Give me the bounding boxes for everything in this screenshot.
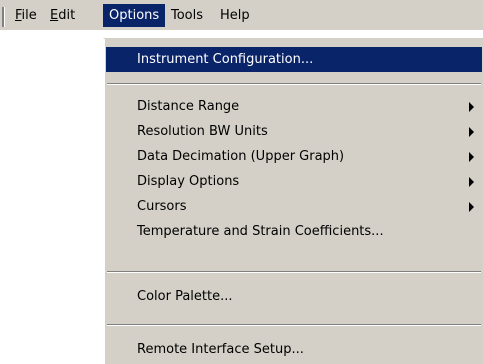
triangle-right-icon: [469, 202, 474, 212]
menu-item-label: Resolution BW Units: [137, 124, 268, 139]
menu-tools[interactable]: Tools: [165, 4, 209, 27]
menu-item-label: Display Options: [137, 174, 240, 189]
menu-bar: File Edit Options Tools Help: [0, 0, 483, 30]
menu-item-remote-interface-setup[interactable]: Remote Interface Setup...: [106, 337, 482, 362]
triangle-right-icon: [469, 152, 474, 162]
triangle-right-icon: [469, 102, 474, 112]
menu-item-label: Instrument Configuration...: [137, 52, 314, 67]
menu-item-instrument-configuration[interactable]: Instrument Configuration...: [106, 47, 482, 72]
menu-separator: [107, 83, 481, 85]
menu-item-label: Data Decimation (Upper Graph): [137, 149, 345, 164]
menu-help[interactable]: Help: [214, 4, 256, 27]
menu-item-display-options[interactable]: Display Options: [106, 169, 482, 194]
menu-separator: [107, 271, 481, 273]
menu-item-label: Temperature and Strain Coefficients...: [137, 224, 384, 239]
menu-edit-label: dit: [58, 8, 76, 23]
menu-bar-grip: [2, 7, 5, 27]
triangle-right-icon: [469, 177, 474, 187]
menu-item-color-palette[interactable]: Color Palette...: [106, 284, 482, 309]
menu-item-data-decimation[interactable]: Data Decimation (Upper Graph): [106, 144, 482, 169]
menu-item-distance-range[interactable]: Distance Range: [106, 94, 482, 119]
menu-item-label: Color Palette...: [137, 289, 233, 304]
menu-options-label: Options: [109, 8, 160, 23]
menu-item-cursors[interactable]: Cursors: [106, 194, 482, 219]
menu-options[interactable]: Options: [103, 4, 166, 27]
menu-separator: [107, 324, 481, 326]
menu-help-label: Help: [220, 8, 250, 23]
triangle-right-icon: [469, 127, 474, 137]
menu-edit-mnemonic: E: [50, 8, 59, 23]
menu-edit[interactable]: Edit: [44, 4, 81, 27]
menu-item-label: Remote Interface Setup...: [137, 342, 304, 357]
menu-file[interactable]: File: [9, 4, 43, 27]
menu-item-resolution-bw-units[interactable]: Resolution BW Units: [106, 119, 482, 144]
options-dropdown-menu: Instrument Configuration... Distance Ran…: [103, 38, 483, 364]
menu-item-temperature-strain-coefficients[interactable]: Temperature and Strain Coefficients...: [106, 219, 482, 244]
menu-file-label: ile: [21, 8, 37, 23]
menu-item-label: Distance Range: [137, 99, 240, 114]
menu-item-label: Cursors: [137, 199, 187, 214]
menu-tools-label: Tools: [171, 8, 204, 23]
